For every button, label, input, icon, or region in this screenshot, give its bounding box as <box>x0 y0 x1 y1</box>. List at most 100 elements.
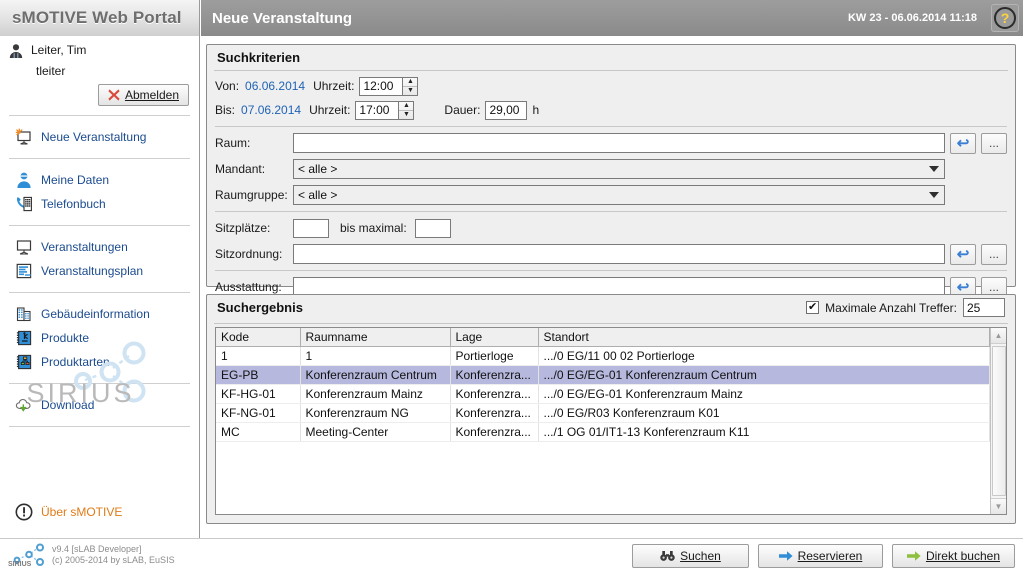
max-hits-checkbox[interactable]: ✔ <box>806 301 820 314</box>
suchen-button[interactable]: Suchen <box>631 544 749 568</box>
cell-kode: EG-PB <box>216 365 301 385</box>
presentation-icon <box>15 238 33 256</box>
portal-title: sMOTIVE Web Portal <box>12 8 182 27</box>
search-results-panel: Suchergebnis ✔ Maximale Anzahl Treffer: … <box>206 294 1016 524</box>
spinner-up-icon[interactable]: ▲ <box>399 102 414 111</box>
von-label: Von: <box>215 79 240 93</box>
sidebar-item-neue-veranstaltung[interactable]: Neue Veranstaltung <box>0 125 199 149</box>
footer-actions: Suchen Reservieren Direkt buchen <box>631 544 1015 568</box>
undo-icon: ↩ <box>956 278 970 296</box>
column-header-kode[interactable]: Kode <box>216 328 301 347</box>
bis-time-spinner[interactable]: ▲ ▼ <box>398 100 415 120</box>
sidebar-item-produktarten[interactable]: Produktarten <box>0 350 199 374</box>
column-header-standort[interactable]: Standort <box>538 328 990 347</box>
cell-standort: .../0 EG/R03 Konferenzraum K01 <box>538 403 990 423</box>
sidebar-item-veranstaltungsplan[interactable]: Veranstaltungsplan <box>0 259 199 283</box>
page-title: Neue Veranstaltung <box>212 9 353 27</box>
table-row[interactable]: KF-NG-01 Konferenzraum NG Konferenzra...… <box>216 403 990 423</box>
sidebar-item-telefonbuch[interactable]: Telefonbuch <box>0 192 199 216</box>
spinner-up-icon[interactable]: ▲ <box>403 78 418 87</box>
sidebar-divider <box>9 115 190 116</box>
help-button[interactable]: ? <box>991 4 1019 32</box>
sidebar-item-about[interactable]: Über sMOTIVE <box>0 500 199 524</box>
download-cloud-icon <box>15 396 33 414</box>
cell-kode: KF-NG-01 <box>216 403 301 423</box>
scrollbar-track[interactable] <box>990 344 1006 498</box>
spinner-down-icon[interactable]: ▼ <box>403 87 417 95</box>
column-header-lage[interactable]: Lage <box>450 328 539 347</box>
table-row[interactable]: KF-HG-01 Konferenzraum Mainz Konferenzra… <box>216 384 990 404</box>
raum-input[interactable] <box>293 133 945 153</box>
max-hits-label: Maximale Anzahl Treffer: <box>825 300 957 315</box>
bis-time-input[interactable] <box>355 100 399 120</box>
dauer-unit: h <box>532 103 540 117</box>
sidebar-item-gebaeudeinformation[interactable]: Gebäudeinformation <box>0 302 199 326</box>
bis-date[interactable]: 07.06.2014 <box>241 103 301 117</box>
raumgruppe-select[interactable]: < alle > <box>293 185 945 205</box>
table-row[interactable]: MC Meeting-Center Konferenzra... .../1 O… <box>216 422 990 442</box>
mandant-value: < alle > <box>298 162 338 176</box>
header-bar: sMOTIVE Web Portal Neue Veranstaltung KW… <box>0 0 1023 36</box>
info-icon <box>15 503 33 521</box>
user-icon <box>15 171 33 189</box>
column-header-raumname[interactable]: Raumname <box>300 328 451 347</box>
schedule-icon <box>15 262 33 280</box>
sidebar-nav: Neue Veranstaltung Meine Daten Telefonbu… <box>0 121 199 427</box>
scrollbar-thumb[interactable] <box>991 346 1006 496</box>
arrow-right-blue-icon <box>778 550 793 562</box>
header-title-bar: Neue Veranstaltung KW 23 - 06.06.2014 11… <box>201 0 1023 36</box>
dauer-label: Dauer: <box>444 103 481 117</box>
ellipsis-icon: ... <box>988 247 999 261</box>
bis-maximal-input[interactable] <box>414 218 451 238</box>
sidebar-divider <box>9 383 190 384</box>
bis-maximal-label: bis maximal: <box>340 221 407 235</box>
sidebar-item-label: Meine Daten <box>41 173 110 187</box>
portal-brand: sMOTIVE Web Portal <box>0 0 200 36</box>
main-content: Suchkriterien Von: 06.06.2014 Uhrzeit: ▲… <box>201 36 1023 538</box>
von-time-spinner[interactable]: ▲ ▼ <box>402 76 419 96</box>
sitzplaetze-input[interactable] <box>293 218 329 238</box>
dauer-input[interactable] <box>485 100 528 120</box>
user-login: tleiter <box>36 64 66 78</box>
sitzordnung-reset-button[interactable]: ↩ <box>950 243 976 265</box>
results-table-scroll: Kode Raumname Lage Standort 1 1 Portierl… <box>216 328 990 514</box>
mandant-select[interactable]: < alle > <box>293 159 945 179</box>
cell-raumname: Konferenzraum Centrum <box>300 365 451 385</box>
scroll-up-icon[interactable]: ▲ <box>990 328 1006 344</box>
von-date[interactable]: 06.06.2014 <box>245 79 305 93</box>
sidebar-divider <box>9 426 190 427</box>
sidebar: Leiter, Tim tleiter Abmelden Neue Verans… <box>0 36 200 538</box>
scroll-down-icon[interactable]: ▼ <box>990 498 1006 514</box>
about-section: Über sMOTIVE <box>0 500 199 524</box>
sidebar-item-label: Neue Veranstaltung <box>41 130 147 144</box>
reservieren-button[interactable]: Reservieren <box>757 544 883 568</box>
direkt-buchen-button[interactable]: Direkt buchen <box>891 544 1015 568</box>
cell-standort: .../0 EG/EG-01 Konferenzraum Mainz <box>538 384 990 404</box>
sidebar-item-download[interactable]: Download <box>0 393 199 417</box>
cell-kode: MC <box>216 422 301 442</box>
building-icon <box>15 305 33 323</box>
cell-raumname: Konferenzraum Mainz <box>300 384 451 404</box>
sidebar-item-label: Download <box>41 398 95 412</box>
sitzordnung-browse-button[interactable]: ... <box>981 243 1007 265</box>
raum-browse-button[interactable]: ... <box>981 132 1007 154</box>
raum-reset-button[interactable]: ↩ <box>950 132 976 154</box>
sidebar-divider <box>9 292 190 293</box>
sidebar-item-label: Telefonbuch <box>41 197 106 211</box>
sitzordnung-input[interactable] <box>293 244 945 264</box>
table-row[interactable]: EG-PB Konferenzraum Centrum Konferenzra.… <box>216 365 990 385</box>
logout-button[interactable]: Abmelden <box>97 84 189 106</box>
sidebar-item-produkte[interactable]: Produkte <box>0 326 199 350</box>
cell-raumname: 1 <box>300 346 451 366</box>
von-time-input[interactable] <box>359 76 403 96</box>
sidebar-item-meine-daten[interactable]: Meine Daten <box>0 168 199 192</box>
results-vertical-scrollbar[interactable]: ▲ ▼ <box>990 328 1006 514</box>
cell-lage: Konferenzra... <box>450 384 539 404</box>
sidebar-item-veranstaltungen[interactable]: Veranstaltungen <box>0 235 199 259</box>
table-row[interactable]: 1 1 Portierloge .../0 EG/11 00 02 Portie… <box>216 346 990 366</box>
raumgruppe-value: < alle > <box>298 188 338 202</box>
spinner-down-icon[interactable]: ▼ <box>399 111 413 119</box>
divider <box>215 211 1007 212</box>
max-hits-input[interactable] <box>963 298 1005 317</box>
phone-book-icon <box>15 195 33 213</box>
